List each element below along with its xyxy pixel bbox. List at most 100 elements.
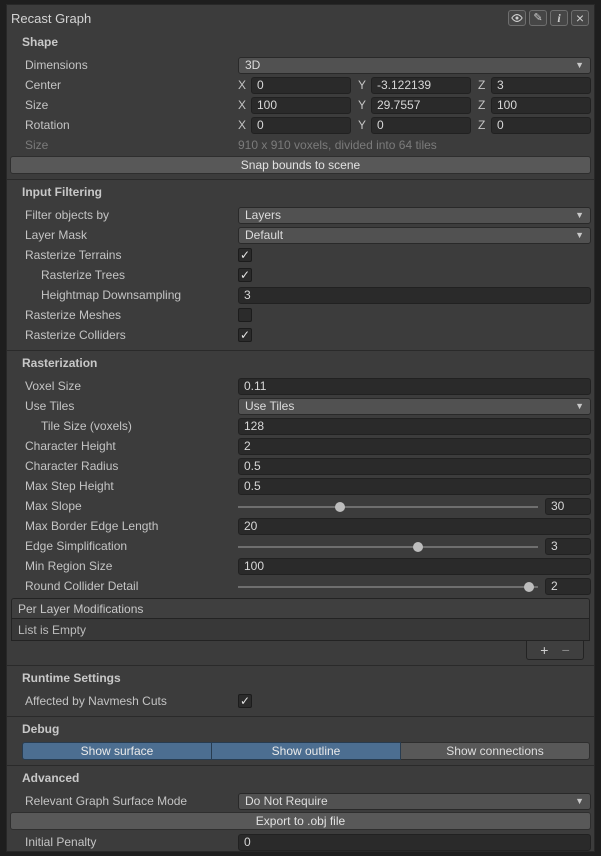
heightmap-downsampling-field[interactable] xyxy=(238,287,591,304)
rotation-row: Rotation X Y Z xyxy=(7,115,594,135)
edge-simplification-row: Edge Simplification xyxy=(7,536,594,556)
rasterize-meshes-row: Rasterize Meshes xyxy=(7,305,594,325)
voxel-size-label: Voxel Size xyxy=(10,379,238,393)
character-radius-label: Character Radius xyxy=(10,459,238,473)
rasterize-colliders-row: Rasterize Colliders xyxy=(7,325,594,345)
center-z-field[interactable] xyxy=(491,77,591,94)
remove-item-button[interactable]: − xyxy=(562,643,570,657)
layer-mask-value: Default xyxy=(245,228,575,242)
slider-track xyxy=(238,586,538,588)
dimensions-dropdown[interactable]: 3D ▼ xyxy=(238,57,591,74)
size-y-field[interactable] xyxy=(371,97,471,114)
slider-thumb[interactable] xyxy=(413,542,423,552)
graph-title: Recast Graph xyxy=(11,11,91,26)
dimensions-label: Dimensions xyxy=(10,58,238,72)
info-icon: i xyxy=(557,12,560,24)
max-step-height-field[interactable] xyxy=(238,478,591,495)
max-border-edge-length-label: Max Border Edge Length xyxy=(10,519,238,533)
tile-size-field[interactable] xyxy=(238,418,591,435)
max-slope-slider[interactable] xyxy=(238,498,538,515)
voxel-size-info-row: Size 910 x 910 voxels, divided into 64 t… xyxy=(7,135,594,155)
per-layer-modifications-list: Per Layer Modifications List is Empty xyxy=(11,598,590,641)
rotation-y-field[interactable] xyxy=(371,117,471,134)
min-region-size-field[interactable] xyxy=(238,558,591,575)
affected-by-navmesh-cuts-label: Affected by Navmesh Cuts xyxy=(10,694,238,708)
add-item-button[interactable]: + xyxy=(540,643,548,657)
section-divider xyxy=(7,665,594,666)
filter-objects-by-dropdown[interactable]: Layers ▼ xyxy=(238,207,591,224)
show-outline-button[interactable]: Show outline xyxy=(212,742,401,760)
max-slope-field[interactable] xyxy=(545,498,591,515)
rasterize-trees-checkbox[interactable] xyxy=(238,268,252,282)
min-region-size-row: Min Region Size xyxy=(7,556,594,576)
slider-thumb[interactable] xyxy=(524,582,534,592)
show-connections-button[interactable]: Show connections xyxy=(401,742,590,760)
chevron-down-icon: ▼ xyxy=(575,210,584,220)
max-slope-label: Max Slope xyxy=(10,499,238,513)
heightmap-downsampling-label: Heightmap Downsampling xyxy=(10,288,238,302)
debug-heading: Debug xyxy=(7,722,594,740)
size-x-field[interactable] xyxy=(251,97,351,114)
affected-by-navmesh-cuts-row: Affected by Navmesh Cuts xyxy=(7,691,594,711)
chevron-down-icon: ▼ xyxy=(575,796,584,806)
slider-thumb[interactable] xyxy=(335,502,345,512)
advanced-heading: Advanced xyxy=(7,771,594,789)
snap-bounds-button[interactable]: Snap bounds to scene xyxy=(10,156,591,174)
rasterize-terrains-checkbox[interactable] xyxy=(238,248,252,262)
rasterize-meshes-label: Rasterize Meshes xyxy=(10,308,238,322)
section-divider xyxy=(7,716,594,717)
info-button[interactable]: i xyxy=(550,10,568,26)
round-collider-detail-slider[interactable] xyxy=(238,578,538,595)
size-row: Size X Y Z xyxy=(7,95,594,115)
pencil-icon: ✎ xyxy=(533,13,542,24)
edge-simplification-field[interactable] xyxy=(545,538,591,555)
close-icon: × xyxy=(576,11,584,25)
delete-graph-button[interactable]: × xyxy=(571,10,589,26)
use-tiles-dropdown[interactable]: Use Tiles ▼ xyxy=(238,398,591,415)
rotation-x-field[interactable] xyxy=(251,117,351,134)
size-z-field[interactable] xyxy=(491,97,591,114)
y-axis-label: Y xyxy=(358,78,367,92)
initial-penalty-field[interactable] xyxy=(238,834,591,851)
affected-by-navmesh-cuts-checkbox[interactable] xyxy=(238,694,252,708)
slider-track xyxy=(238,546,538,548)
section-divider xyxy=(7,179,594,180)
center-row: Center X Y Z xyxy=(7,75,594,95)
z-axis-label: Z xyxy=(478,118,487,132)
tile-size-row: Tile Size (voxels) xyxy=(7,416,594,436)
export-obj-button[interactable]: Export to .obj file xyxy=(10,812,591,830)
show-surface-button[interactable]: Show surface xyxy=(22,742,212,760)
rotation-z-field[interactable] xyxy=(491,117,591,134)
character-height-field[interactable] xyxy=(238,438,591,455)
list-footer: + − xyxy=(7,641,584,660)
max-border-edge-length-field[interactable] xyxy=(238,518,591,535)
voxel-size-field[interactable] xyxy=(238,378,591,395)
center-x-field[interactable] xyxy=(251,77,351,94)
titlebar: Recast Graph ✎ i × xyxy=(7,5,594,31)
visibility-toggle-button[interactable] xyxy=(508,10,526,26)
center-y-field[interactable] xyxy=(371,77,471,94)
edge-simplification-slider[interactable] xyxy=(238,538,538,555)
per-layer-modifications-header[interactable]: Per Layer Modifications xyxy=(12,599,589,619)
filter-objects-by-label: Filter objects by xyxy=(10,208,238,222)
rasterize-colliders-checkbox[interactable] xyxy=(238,328,252,342)
filter-objects-by-value: Layers xyxy=(245,208,575,222)
character-height-label: Character Height xyxy=(10,439,238,453)
rasterize-meshes-checkbox[interactable] xyxy=(238,308,252,322)
runtime-settings-heading: Runtime Settings xyxy=(7,671,594,689)
z-axis-label: Z xyxy=(478,78,487,92)
surface-mode-dropdown[interactable]: Do Not Require ▼ xyxy=(238,793,591,810)
round-collider-detail-field[interactable] xyxy=(545,578,591,595)
rasterize-colliders-label: Rasterize Colliders xyxy=(10,328,238,342)
character-radius-field[interactable] xyxy=(238,458,591,475)
layer-mask-dropdown[interactable]: Default ▼ xyxy=(238,227,591,244)
voxel-count-text: 910 x 910 voxels, divided into 64 tiles xyxy=(238,138,437,152)
y-axis-label: Y xyxy=(358,118,367,132)
edit-button[interactable]: ✎ xyxy=(529,10,547,26)
use-tiles-value: Use Tiles xyxy=(245,399,575,413)
round-collider-detail-row: Round Collider Detail xyxy=(7,576,594,596)
layer-mask-row: Layer Mask Default ▼ xyxy=(7,225,594,245)
slider-track xyxy=(238,506,538,508)
max-step-height-label: Max Step Height xyxy=(10,479,238,493)
surface-mode-value: Do Not Require xyxy=(245,794,575,808)
